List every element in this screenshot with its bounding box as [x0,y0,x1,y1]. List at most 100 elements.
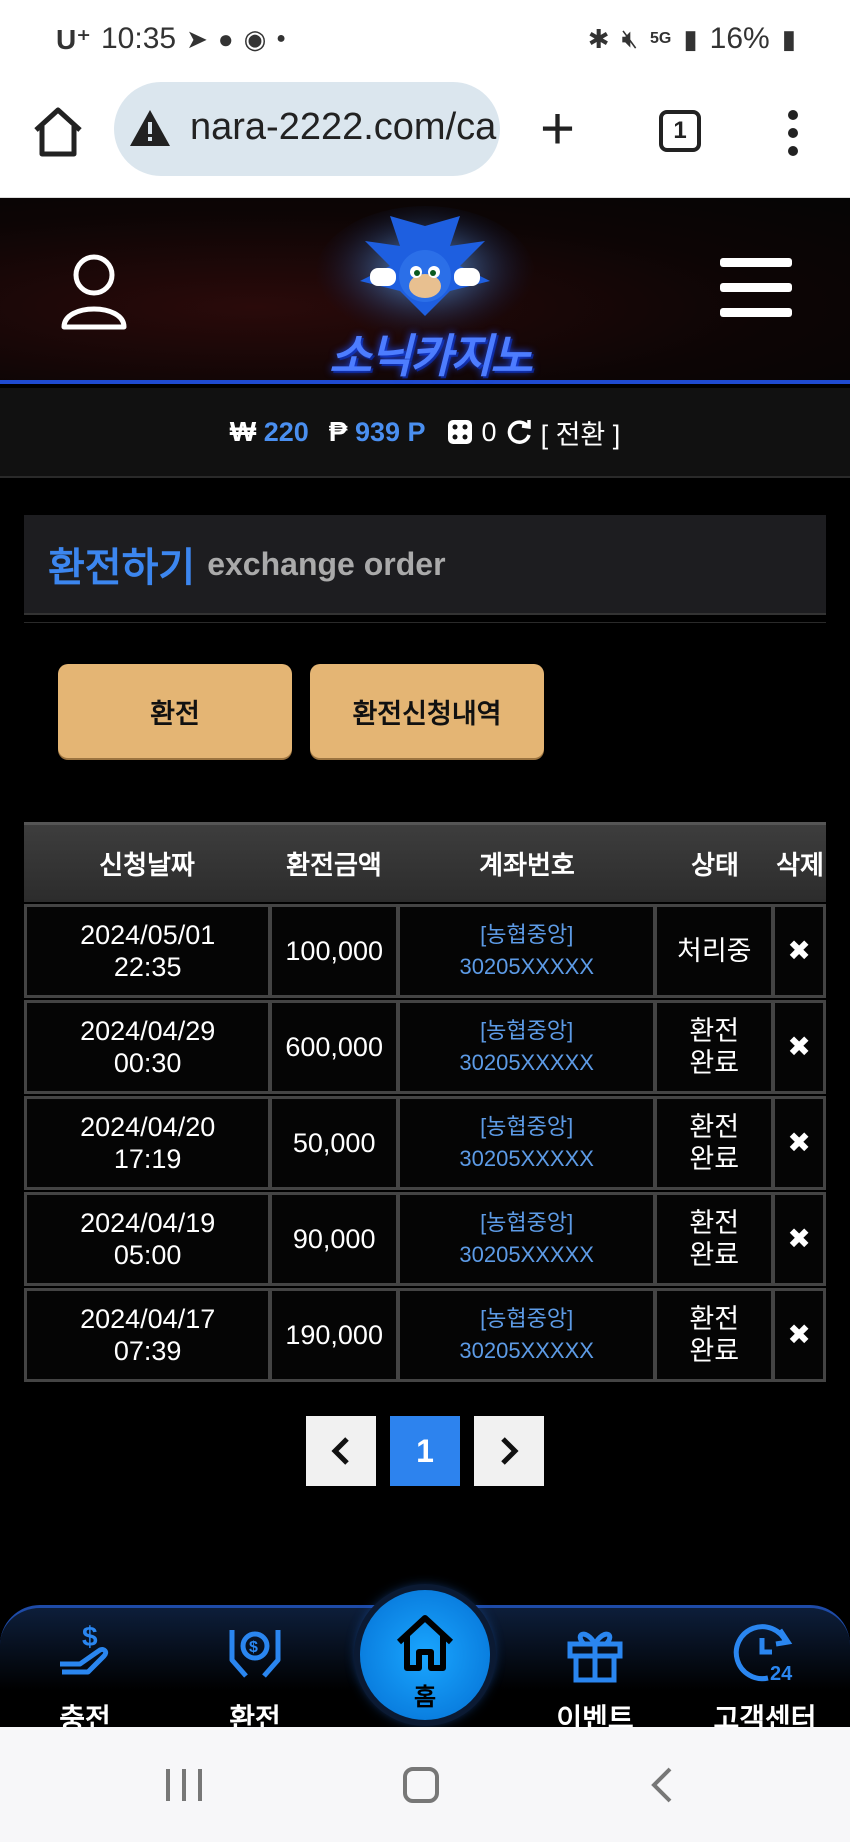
account-cell: [농협중앙] 30205XXXXX [398,905,656,997]
account-number: 30205XXXXX [459,1338,594,1363]
amount-cell: 90,000 [270,1193,398,1285]
delete-icon[interactable]: ✖ [787,1127,810,1159]
delete-cell: ✖ [773,905,825,997]
col-header-delete: 삭제 [776,850,824,880]
col-header-date: 신청날짜 [99,850,195,880]
amount-cell: 100,000 [270,905,399,997]
date-cell: 2024/05/01 22:35 [25,905,271,997]
chat-icon: ● [217,23,234,54]
col-header-account: 계좌번호 [479,850,575,880]
clock: 10:35 [101,22,177,55]
delete-icon[interactable]: ✖ [787,1319,810,1351]
chevron-left-icon [331,1437,349,1465]
system-navigation-bar [0,1727,850,1842]
status-text: 환전완료 [689,1208,740,1270]
status-text: 환전완료 [689,1304,740,1366]
svg-text:$: $ [82,1621,98,1652]
warning-icon[interactable] [128,108,172,148]
date-cell: 2024/04/29 00:30 [25,1001,271,1093]
svg-text:24: 24 [770,1663,793,1685]
delete-icon[interactable]: ✖ [787,1223,810,1255]
bottom-navigation: $ 충전 $ 환전 홈 이벤트 24 고객센터 [0,1590,850,1734]
telegram-icon: ➤ [186,23,208,54]
date-text: 2024/04/29 [80,1016,216,1046]
table-row: 2024/04/20 17:19 50,000 [농협중앙] 30205XXXX… [24,1096,826,1190]
delete-cell: ✖ [773,1193,825,1285]
balance-bar: ₩ 220 ₱ 939 P 0 [ 전환 ] [0,388,850,478]
table-row: 2024/04/29 00:30 600,000 [농협중앙] 30205XXX… [24,1000,826,1094]
page-1-button[interactable]: 1 [390,1416,460,1486]
bank-name: [농협중앙] [480,1306,574,1331]
status-cell: 환전완료 [655,1001,774,1093]
logo-text: 소닉카지노 [329,330,533,382]
delete-icon[interactable]: ✖ [787,1031,810,1063]
battery-icon: ▮ [781,23,796,54]
bluetooth-icon: ✱ [587,23,610,54]
section-title-korean: 환전하기 [48,546,196,590]
date-cell: 2024/04/17 07:39 [25,1289,271,1381]
date-text: 2024/05/01 [80,920,216,950]
battery-level: 16% [709,22,770,55]
account-cell: [농협중앙] 30205XXXXX [398,1001,656,1093]
table-row: 2024/04/19 05:00 90,000 [농협중앙] 30205XXXX… [24,1192,826,1286]
exchange-history-button[interactable]: 환전신청내역 [310,664,544,758]
exchange-icon: $ [229,1630,281,1678]
gift-icon [567,1631,623,1683]
recents-icon[interactable] [166,1769,202,1801]
new-tab-icon[interactable]: + [540,99,575,159]
exchange-button[interactable]: 환전 [58,664,292,758]
account-number: 30205XXXXX [459,1050,594,1075]
mute-icon: 🔇︎ [621,23,638,53]
switch-button[interactable]: [ 전환 ] [541,413,621,452]
account-number: 30205XXXXX [459,1146,594,1171]
nav-deposit[interactable]: $ 충전 [20,1620,150,1737]
date-text: 2024/04/19 [80,1208,216,1238]
tab-switcher-button[interactable]: 1 [659,110,701,152]
next-page-button[interactable] [474,1416,544,1486]
chip-balance: 0 [481,416,497,447]
status-cell: 환전완료 [655,1289,774,1381]
nav-event[interactable]: 이벤트 [530,1620,660,1737]
refresh-icon[interactable] [505,418,533,446]
date-cell: 2024/04/19 05:00 [25,1193,271,1285]
address-bar[interactable]: nara-2222.com/ca [114,82,500,176]
support-24h-icon: 24 [733,1624,793,1685]
account-cell: [농협중앙] 30205XXXXX [398,1193,656,1285]
status-cell: 처리중 [655,905,774,997]
delete-icon[interactable]: ✖ [787,935,810,967]
back-icon[interactable] [650,1767,674,1803]
site-header: 소닉카지노 [0,198,850,384]
hamburger-menu-icon[interactable] [720,258,792,333]
amount-cell: 600,000 [270,1001,398,1093]
bank-name: [농협중앙] [480,1114,574,1139]
won-icon: ₩ [229,416,257,447]
home-icon [396,1615,454,1671]
prev-page-button[interactable] [306,1416,376,1486]
home-icon[interactable] [30,104,86,160]
nav-home-label: 홈 [413,1684,437,1711]
section-title: 환전하기 exchange order [24,515,826,615]
nav-support[interactable]: 24 고객센터 [700,1620,830,1737]
time-text: 17:19 [113,1144,182,1174]
status-text: 환전완료 [689,1112,740,1174]
system-home-icon[interactable] [403,1767,439,1803]
table-header: 신청날짜 환전금액 계좌번호 상태 삭제 [24,822,826,902]
delete-cell: ✖ [773,1289,825,1381]
amount-cell: 50,000 [270,1097,398,1189]
date-text: 2024/04/20 [80,1112,216,1142]
divider [24,622,826,623]
delete-cell: ✖ [773,1001,825,1093]
col-header-status: 상태 [691,850,739,880]
user-icon[interactable] [60,253,128,331]
network-icon: 5G [649,30,672,47]
bank-name: [농협중앙] [480,1018,574,1043]
nav-exchange[interactable]: $ 환전 [190,1620,320,1737]
point-balance: 939 P [354,417,426,447]
date-text: 2024/04/17 [80,1304,216,1334]
more-menu-icon[interactable] [788,110,798,164]
nav-home[interactable]: 홈 [360,1590,490,1720]
section-title-english: exchange order [207,545,446,582]
svg-text:$: $ [249,1639,258,1656]
dot-icon: ● [276,30,286,47]
time-text: 07:39 [113,1336,182,1366]
